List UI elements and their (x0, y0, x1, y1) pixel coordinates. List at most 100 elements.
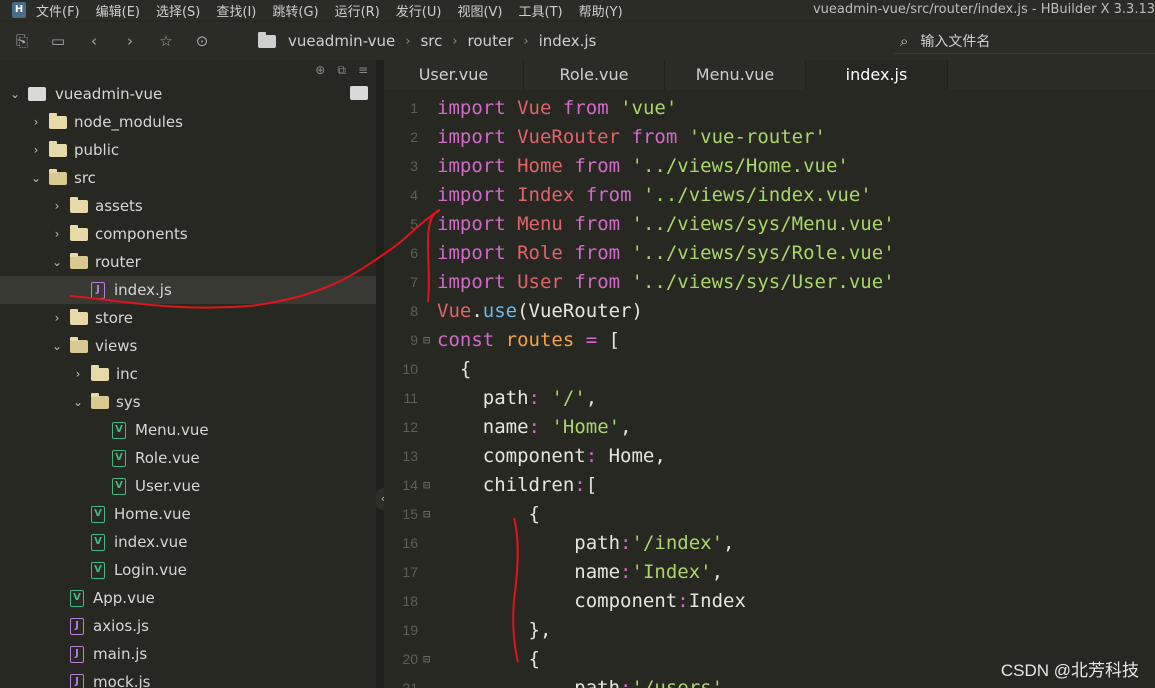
tree-item[interactable]: › store (0, 304, 376, 332)
explorer-toolbar: ⊕ ⧉ ≡ (0, 60, 376, 80)
tree-item[interactable]: ›VApp.vue (0, 584, 376, 612)
chevron-right-icon[interactable]: › (50, 311, 64, 325)
breadcrumb-project[interactable]: vueadmin-vue (288, 32, 395, 50)
menu-bar: H 文件(F) 编辑(E) 选择(S) 查找(I) 跳转(G) 运行(R) 发行… (0, 0, 1155, 20)
editor-tab[interactable]: Role.vue (524, 60, 665, 90)
code-text: Vue.use(VueRouter) (437, 300, 643, 322)
vue-file-icon: V (91, 505, 105, 523)
tree-item[interactable]: ⌄ vueadmin-vue (0, 80, 376, 108)
folder-icon (70, 196, 88, 213)
tree-item[interactable]: ⌄ router (0, 248, 376, 276)
menu-run[interactable]: 运行(R) (335, 1, 380, 20)
chevron-right-icon[interactable]: › (50, 199, 64, 213)
toolbar: ⎘ ▭ ‹ › ☆ ⊙ vueadmin-vue › src › router … (0, 22, 1155, 60)
tree-item[interactable]: ›Jindex.js (0, 276, 376, 304)
line-number: 18 (402, 593, 418, 609)
editor-tab[interactable]: index.js (806, 60, 948, 90)
tree-item[interactable]: ›VLogin.vue (0, 556, 376, 584)
code-text: import Vue from 'vue' (437, 97, 678, 119)
chevron-right-icon[interactable]: › (29, 143, 43, 157)
back-icon[interactable]: ‹ (80, 27, 108, 55)
code-editor[interactable]: 1 import Vue from 'vue' 2 import VueRouter … (384, 90, 1155, 688)
line-number: 1 (410, 100, 418, 116)
chevron-right-icon[interactable]: › (29, 115, 43, 129)
line-number: 4 (410, 187, 418, 203)
chevron-right-icon[interactable]: › (71, 367, 85, 381)
new-file-icon[interactable]: ⎘ (8, 27, 36, 55)
locate-icon[interactable]: ⊕ (315, 63, 325, 77)
menu-help[interactable]: 帮助(Y) (579, 1, 623, 20)
fold-marker-icon[interactable]: ⊟ (423, 326, 430, 355)
tree-item-label: User.vue (135, 477, 201, 495)
code-text: path: '/', (482, 387, 598, 409)
tree-item[interactable]: ›VRole.vue (0, 444, 376, 472)
tree-item[interactable]: ⌄ views (0, 332, 376, 360)
code-text: path:'/index', (574, 532, 735, 554)
menu-publish[interactable]: 发行(U) (396, 1, 442, 20)
open-folder-icon[interactable] (350, 86, 368, 100)
folder-open-icon (70, 252, 88, 269)
tree-item[interactable]: ›Jmock.js (0, 668, 376, 688)
collapse-all-icon[interactable]: ⧉ (337, 63, 346, 78)
code-text: import Home from '../views/Home.vue' (437, 155, 849, 177)
breadcrumb-router[interactable]: router (468, 32, 514, 50)
tree-item[interactable]: › components (0, 220, 376, 248)
chevron-down-icon[interactable]: ⌄ (29, 171, 43, 185)
star-icon[interactable]: ☆ (152, 27, 180, 55)
menu-select[interactable]: 选择(S) (156, 1, 200, 20)
tree-item-label: components (95, 225, 188, 243)
line-number: 5 (410, 216, 418, 232)
line-number: 15 (402, 506, 418, 522)
tree-item[interactable]: ⌄ sys (0, 388, 376, 416)
panel-splitter[interactable]: ‹ (376, 60, 390, 688)
tree-item[interactable]: › public (0, 136, 376, 164)
forward-icon[interactable]: › (116, 27, 144, 55)
menu-view[interactable]: 视图(V) (457, 1, 502, 20)
tree-item[interactable]: › node_modules (0, 108, 376, 136)
menu-tools[interactable]: 工具(T) (519, 1, 563, 20)
code-line: 11 path: '/', (384, 384, 1155, 413)
chevron-down-icon[interactable]: ⌄ (8, 87, 22, 101)
editor-tabs: User.vue Role.vue Menu.vue index.js (384, 60, 1155, 90)
code-line: 16 path:'/index', (384, 529, 1155, 558)
tree-item[interactable]: ›Jaxios.js (0, 612, 376, 640)
menu-find[interactable]: 查找(I) (216, 1, 256, 20)
menu-edit[interactable]: 编辑(E) (96, 1, 140, 20)
menu-goto[interactable]: 跳转(G) (272, 1, 318, 20)
editor-tab[interactable]: User.vue (384, 60, 524, 90)
code-line: 3 import Home from '../views/Home.vue' (384, 152, 1155, 181)
tree-item[interactable]: › inc (0, 360, 376, 388)
vue-file-icon: V (70, 589, 84, 607)
code-line: 13 component: Home, (384, 442, 1155, 471)
explorer-menu-icon[interactable]: ≡ (358, 63, 368, 77)
line-number: 17 (402, 564, 418, 580)
code-text: }, (437, 619, 552, 641)
breadcrumb-file[interactable]: index.js (539, 32, 597, 50)
tree-item[interactable]: ›VHome.vue (0, 500, 376, 528)
tree-item[interactable]: ›VUser.vue (0, 472, 376, 500)
tree-item[interactable]: ⌄ src (0, 164, 376, 192)
tree-item[interactable]: ›Jmain.js (0, 640, 376, 668)
editor-tab[interactable]: Menu.vue (665, 60, 806, 90)
file-search-input[interactable]: ⌕ 输入文件名 (894, 28, 1155, 54)
line-number: 8 (410, 303, 418, 319)
tree-item-label: Home.vue (114, 505, 191, 523)
save-icon[interactable]: ▭ (44, 27, 72, 55)
tree-item[interactable]: › assets (0, 192, 376, 220)
fold-marker-icon[interactable]: ⊟ (423, 500, 430, 529)
code-text: import User from '../views/sys/User.vue' (437, 271, 895, 293)
fold-marker-icon[interactable]: ⊟ (423, 645, 430, 674)
tree-item[interactable]: ›VMenu.vue (0, 416, 376, 444)
tree-item-label: inc (116, 365, 138, 383)
menu-file[interactable]: 文件(F) (36, 1, 80, 20)
breadcrumb-src[interactable]: src (420, 32, 442, 50)
fold-marker-icon[interactable]: ⊟ (423, 471, 430, 500)
chevron-right-icon[interactable]: › (50, 227, 64, 241)
tree-item[interactable]: ›Vindex.vue (0, 528, 376, 556)
chevron-down-icon[interactable]: ⌄ (50, 339, 64, 353)
run-icon[interactable]: ⊙ (188, 27, 216, 55)
code-text: { (437, 358, 472, 380)
code-text: component:Index (574, 590, 746, 612)
chevron-down-icon[interactable]: ⌄ (71, 395, 85, 409)
chevron-down-icon[interactable]: ⌄ (50, 255, 64, 269)
